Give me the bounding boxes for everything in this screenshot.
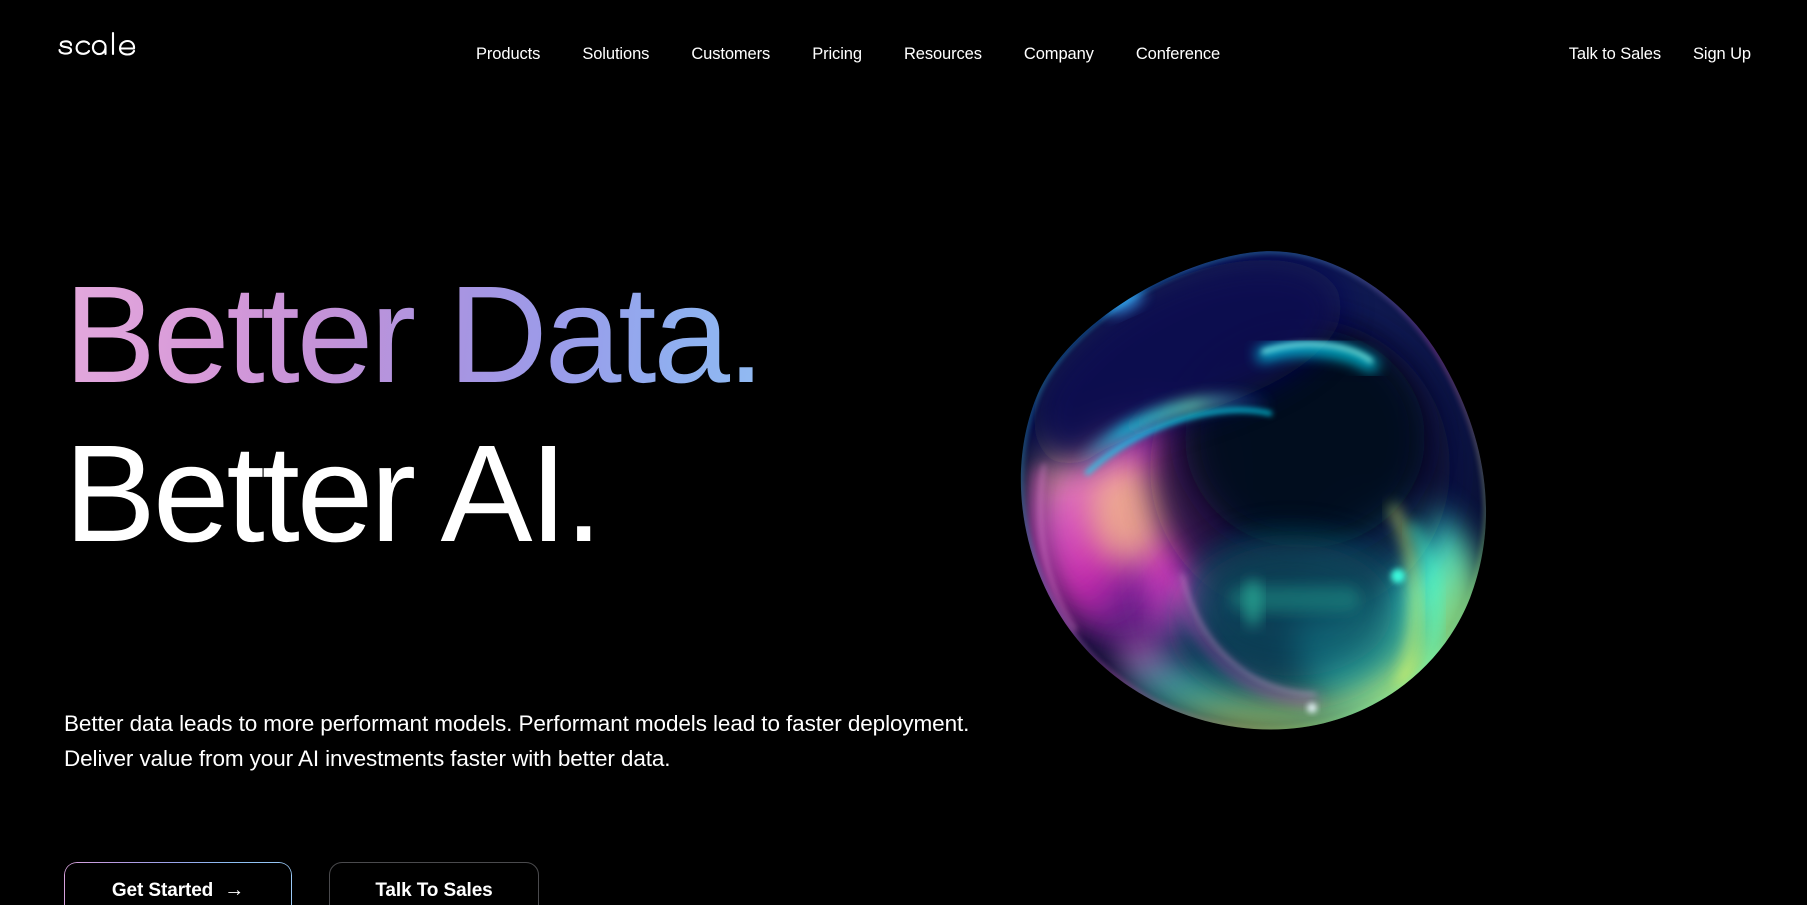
- headline-line-better-ai: Better AI.: [64, 417, 603, 572]
- nav-item-conference[interactable]: Conference: [1115, 44, 1241, 64]
- sign-up-link[interactable]: Sign Up: [1677, 44, 1751, 64]
- page-title: Better Data. Better AI.: [64, 266, 1064, 572]
- get-started-label: Get Started: [111, 880, 214, 901]
- header-actions: Talk to Sales Sign Up: [1553, 44, 1751, 64]
- talk-to-sales-link[interactable]: Talk to Sales: [1553, 44, 1677, 64]
- site-header: Products Solutions Customers Pricing Res…: [0, 0, 1807, 100]
- nav-item-company[interactable]: Company: [1003, 44, 1115, 64]
- nav-item-products[interactable]: Products: [455, 44, 561, 64]
- nav-item-pricing[interactable]: Pricing: [791, 44, 883, 64]
- talk-to-sales-button[interactable]: Talk To Sales: [329, 862, 539, 905]
- iridescent-orb-graphic: [1000, 238, 1520, 738]
- hero-section: Better Data. Better AI. Better data lead…: [0, 0, 1807, 905]
- arrow-right-icon: →: [224, 879, 245, 901]
- scale-wordmark-logo[interactable]: [56, 30, 151, 64]
- hero-copy: Better Data. Better AI.: [64, 266, 1064, 572]
- orb-glow: [1030, 270, 1500, 720]
- nav-item-resources[interactable]: Resources: [883, 44, 1003, 64]
- scale-logo-icon: [58, 31, 136, 56]
- nav-item-customers[interactable]: Customers: [670, 44, 791, 64]
- main-navigation: Products Solutions Customers Pricing Res…: [455, 44, 1241, 64]
- get-started-button[interactable]: Get Started →: [64, 862, 292, 905]
- nav-item-solutions[interactable]: Solutions: [561, 44, 670, 64]
- headline-line-better-data: Better Data.: [64, 266, 1064, 404]
- hero-subheading: Better data leads to more performant mod…: [64, 711, 970, 772]
- talk-to-sales-label: Talk To Sales: [375, 880, 493, 901]
- hero-cta-row: Get Started → Talk To Sales: [64, 862, 539, 905]
